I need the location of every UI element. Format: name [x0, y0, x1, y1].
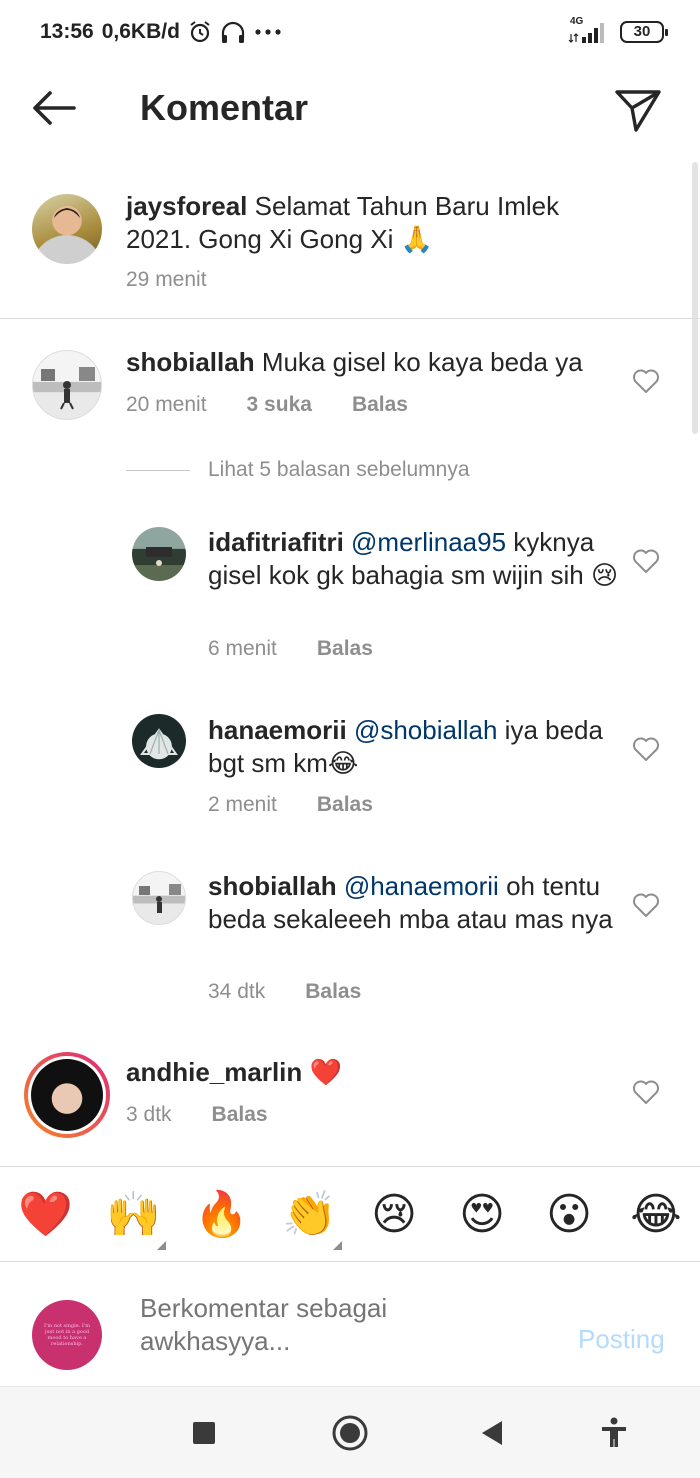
skin-tone-indicator	[157, 1241, 166, 1250]
emoji-heart[interactable]: ❤️	[18, 1189, 73, 1241]
comment-text: shobiallah Muka gisel ko kaya beda ya	[126, 346, 606, 379]
heart-icon[interactable]	[632, 892, 660, 918]
home-button[interactable]	[330, 1413, 370, 1453]
reply-button[interactable]: Balas	[305, 980, 361, 1004]
view-replies-label[interactable]: Lihat 5 balasan sebelumnya	[208, 458, 470, 482]
comment-time: 20 menit	[126, 393, 207, 416]
post-button[interactable]: Posting	[578, 1324, 665, 1355]
status-right: 4G 30	[568, 16, 668, 44]
avatar[interactable]	[132, 527, 186, 581]
comment-body: ❤️	[309, 1057, 342, 1087]
divider	[0, 318, 700, 319]
story-ring-gap	[28, 1056, 106, 1134]
battery-icon: 30	[620, 21, 668, 43]
emoji-clapping[interactable]: 👏	[282, 1189, 337, 1241]
reply-text: shobiallah @hanaemorii oh tentu beda sek…	[208, 870, 628, 936]
comment-text: andhie_marlin ❤️	[126, 1056, 606, 1089]
avatar[interactable]	[132, 871, 186, 925]
mention-link[interactable]: @shobiallah	[354, 715, 497, 745]
scrollbar[interactable]	[692, 162, 698, 434]
avatar-face-icon	[54, 208, 80, 218]
heart-icon[interactable]	[632, 1079, 660, 1105]
emoji-laughing[interactable]: 😂	[630, 1189, 682, 1241]
paper-plane-icon	[615, 90, 661, 132]
share-button[interactable]	[612, 84, 664, 134]
status-left: 13:56 0,6KB/d	[40, 20, 282, 44]
comment-username[interactable]: shobiallah	[126, 347, 255, 377]
own-avatar[interactable]: I'm not single. I'm just not in a good m…	[32, 1300, 102, 1370]
more-dots-icon	[255, 29, 281, 35]
header: Komentar	[0, 68, 700, 148]
status-bar: 13:56 0,6KB/d 4G 30	[0, 0, 700, 68]
emoji-heart-eyes[interactable]: 😍	[456, 1189, 508, 1241]
mention-link[interactable]: @merlinaa95	[351, 527, 506, 557]
story-ring-avatar[interactable]	[24, 1052, 110, 1138]
reply-username[interactable]: shobiallah	[208, 871, 337, 901]
avatar-quote-text: I'm not single. I'm just not in a good m…	[44, 1323, 90, 1347]
comment-time: 3 dtk	[126, 1103, 172, 1126]
reply-time: 34 dtk	[208, 980, 266, 1003]
comment-username[interactable]: andhie_marlin	[126, 1057, 302, 1087]
status-time: 13:56	[40, 20, 94, 43]
battery-level: 30	[633, 23, 651, 40]
back-nav-button[interactable]	[472, 1413, 512, 1453]
avatar-photo-icon	[140, 728, 178, 755]
alarm-icon	[190, 21, 210, 43]
view-previous-replies[interactable]: Lihat 5 balasan sebelumnya	[126, 458, 470, 482]
comment-body: Muka gisel ko kaya beda ya	[261, 347, 583, 377]
status-data-speed: 0,6KB/d	[101, 20, 180, 43]
signal-icon: 4G	[568, 16, 608, 44]
accessibility-icon[interactable]	[594, 1413, 634, 1453]
skin-tone-indicator	[333, 1241, 342, 1250]
emoji-fire[interactable]: 🔥	[194, 1189, 249, 1241]
recent-apps-button[interactable]	[184, 1413, 224, 1453]
avatar[interactable]	[32, 350, 102, 420]
emoji-raising-hands[interactable]: 🙌	[106, 1189, 161, 1241]
avatar	[31, 1059, 103, 1131]
heart-icon[interactable]	[632, 548, 660, 574]
comment-input[interactable]	[140, 1292, 440, 1358]
reply-time: 6 menit	[208, 637, 277, 660]
heart-icon[interactable]	[632, 736, 660, 762]
reply-button[interactable]: Balas	[317, 637, 373, 661]
reply-button[interactable]: Balas	[352, 393, 408, 417]
heart-icon[interactable]	[632, 368, 660, 394]
likes-count[interactable]: 3 suka	[247, 393, 312, 417]
reply-text: hanaemorii @shobiallah iya beda bgt sm k…	[208, 714, 628, 780]
headphones-icon	[221, 21, 245, 43]
mention-link[interactable]: @hanaemorii	[344, 871, 499, 901]
replies-line	[126, 469, 190, 471]
caption-username[interactable]: jaysforeal	[126, 191, 247, 221]
reply-button[interactable]: Balas	[317, 793, 373, 817]
caption-text: jaysforeal Selamat Tahun Baru Imlek 2021…	[126, 190, 596, 256]
reply-meta: 6 menit Balas	[208, 637, 373, 661]
reply-button[interactable]: Balas	[212, 1103, 268, 1127]
caption-meta: 29 menit	[126, 268, 207, 292]
reply-username[interactable]: idafitriafitri	[208, 527, 344, 557]
avatar-photo-icon	[146, 547, 172, 566]
reply-time: 2 menit	[208, 793, 277, 816]
reply-meta: 34 dtk Balas	[208, 980, 361, 1004]
emoji-quick-bar: ❤️ 🙌 🔥 👏 😢 😍 😮 😂	[0, 1166, 700, 1262]
emoji-crying[interactable]: 😢	[368, 1189, 420, 1241]
comment-meta: 20 menit 3 suka Balas	[126, 393, 408, 417]
emoji-surprised[interactable]: 😮	[543, 1189, 595, 1241]
comment-meta: 3 dtk Balas	[126, 1103, 268, 1127]
arrow-left-icon	[33, 91, 76, 125]
system-nav-bar	[0, 1386, 700, 1478]
avatar-photo-icon	[41, 367, 95, 410]
avatar[interactable]	[132, 714, 186, 768]
back-button[interactable]	[28, 84, 80, 132]
avatar-photo-icon	[139, 884, 181, 913]
caption-time: 29 menit	[126, 268, 207, 291]
reply-meta: 2 menit Balas	[208, 793, 373, 817]
page-title: Komentar	[140, 87, 309, 128]
avatar[interactable]	[32, 194, 102, 264]
reply-text: idafitriafitri @merlinaa95 kyknya gisel …	[208, 526, 628, 592]
comment-composer: I'm not single. I'm just not in a good m…	[0, 1262, 700, 1386]
reply-username[interactable]: hanaemorii	[208, 715, 347, 745]
